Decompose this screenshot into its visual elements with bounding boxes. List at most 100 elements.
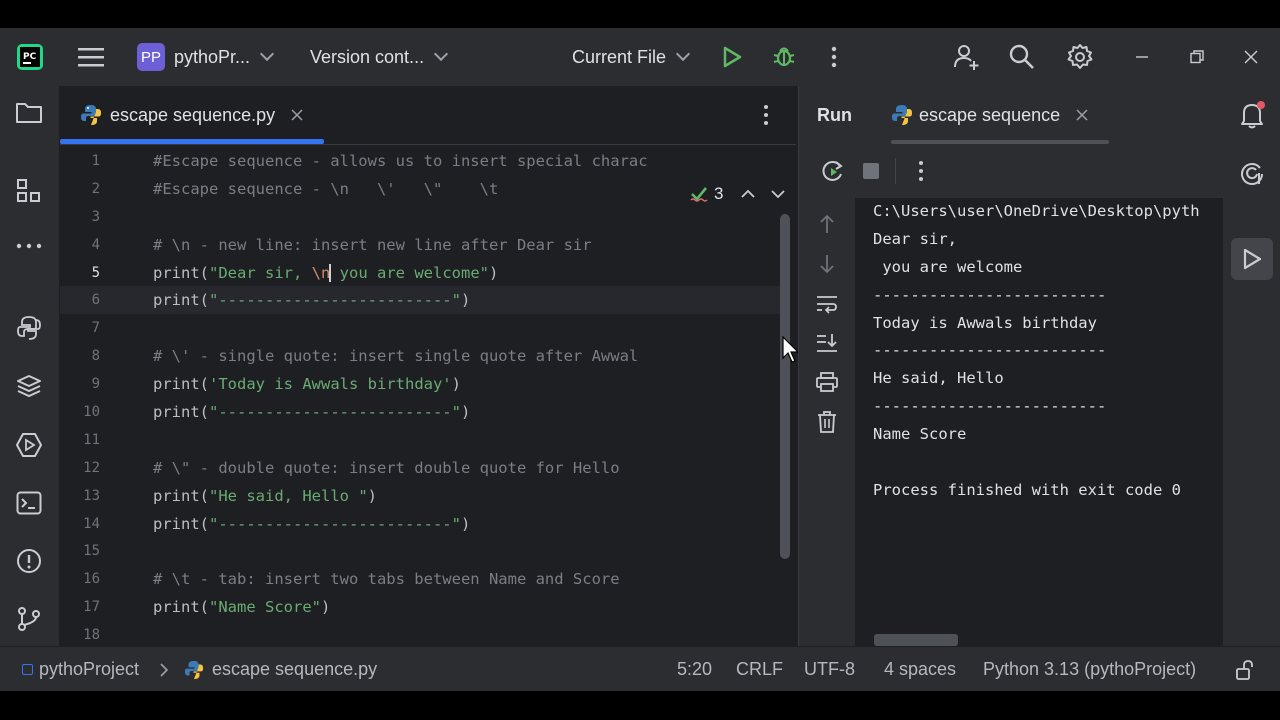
editor-tab[interactable]: escape sequence.py: [60, 86, 324, 144]
vcs-label: Version cont...: [310, 46, 425, 67]
breadcrumb-file[interactable]: escape sequence.py: [184, 647, 377, 691]
code-line[interactable]: # \t - tab: insert two tabs between Name…: [153, 566, 683, 594]
line-number: 13: [83, 487, 100, 504]
code-line[interactable]: [153, 204, 683, 232]
console-output[interactable]: C:\Users\user\OneDrive\Desktop\pyth Dear …: [873, 198, 1223, 505]
code-line[interactable]: print("-------------------------"): [153, 399, 683, 427]
svg-text:PC: PC: [23, 52, 37, 62]
interpreter-selector[interactable]: Python 3.13 (pythoProject): [983, 647, 1196, 691]
line-ending[interactable]: CRLF: [736, 647, 783, 691]
console-line: Dear sir,: [873, 229, 957, 248]
next-highlight-icon[interactable]: [771, 189, 786, 199]
line-number: 16: [83, 571, 100, 588]
code-line[interactable]: print("-------------------------"): [153, 287, 683, 315]
code-line[interactable]: [153, 427, 683, 455]
python-file-icon: [891, 104, 913, 126]
search-icon[interactable]: [1008, 28, 1036, 86]
line-number: 8: [91, 348, 100, 365]
line-number: 14: [83, 515, 100, 532]
chevron-down-icon: [675, 46, 691, 62]
indent-setting[interactable]: 4 spaces: [884, 647, 956, 691]
code-line[interactable]: # \' - single quote: insert single quote…: [153, 343, 683, 371]
run-tab[interactable]: escape sequence: [891, 86, 1109, 144]
close-icon[interactable]: [1231, 28, 1271, 86]
run-icon[interactable]: [722, 28, 742, 86]
tab-more-icon[interactable]: [760, 104, 772, 131]
trash-icon[interactable]: [817, 411, 837, 433]
console-line: Today is Awwals birthday: [873, 313, 1097, 332]
line-number: 1: [91, 153, 100, 169]
console-line: you are welcome: [873, 257, 1023, 276]
vcs-selector[interactable]: Version cont...: [310, 28, 449, 86]
lock-icon[interactable]: [1235, 647, 1255, 691]
ide-window: PC PP pythoPr... Version cont... Current…: [0, 28, 1280, 691]
scroll-to-end-icon[interactable]: [816, 333, 838, 353]
git-icon[interactable]: [14, 604, 44, 634]
problems-icon[interactable]: [14, 546, 44, 576]
scroll-up-icon[interactable]: [818, 214, 836, 234]
console-line: Process finished with exit code 0: [873, 480, 1181, 499]
title-bar: PC PP pythoPr... Version cont... Current…: [0, 28, 1280, 86]
inspections-widget[interactable]: 3: [690, 184, 786, 204]
restore-icon[interactable]: [1177, 28, 1217, 86]
console-horizontal-scrollbar[interactable]: [874, 634, 958, 646]
soft-wrap-icon[interactable]: [816, 294, 838, 314]
rerun-icon[interactable]: [821, 160, 845, 182]
notifications-icon[interactable]: [1239, 100, 1267, 130]
code-line[interactable]: print('Today is Awwals birthday'): [153, 371, 683, 399]
caret-position[interactable]: 5:20: [677, 647, 712, 691]
print-icon[interactable]: [816, 372, 838, 392]
project-folder-icon[interactable]: [14, 98, 44, 128]
run-tool-icon[interactable]: [1231, 238, 1273, 280]
code-line[interactable]: print("He said, Hello "): [153, 483, 683, 511]
code-line[interactable]: [153, 315, 683, 343]
line-number: 11: [83, 431, 100, 448]
minimize-icon[interactable]: [1122, 28, 1162, 86]
previous-highlight-icon[interactable]: [741, 189, 756, 199]
run-more-icon[interactable]: [917, 160, 925, 182]
terminal-icon[interactable]: [14, 488, 44, 518]
editor-pane: escape sequence.py 1 2 3 4 5 6 7 8 9 10 …: [60, 86, 800, 646]
add-user-icon[interactable]: [952, 28, 980, 86]
editor-tab-label: escape sequence.py: [110, 104, 276, 125]
main-menu-icon[interactable]: [78, 28, 104, 86]
services-icon[interactable]: [14, 430, 44, 460]
debug-icon[interactable]: [772, 28, 796, 86]
app-logo-icon[interactable]: PC: [16, 28, 44, 86]
settings-icon[interactable]: [1066, 28, 1094, 86]
code-line[interactable]: # \" - double quote: insert double quote…: [153, 455, 683, 483]
run-tab-label: escape sequence: [919, 104, 1061, 125]
run-tool-window: Run escape sequence C:\Users\user\OneDri…: [798, 86, 1223, 646]
python-console-icon[interactable]: [14, 313, 44, 343]
line-number: 15: [83, 543, 100, 560]
code-line[interactable]: print("Name Score"): [153, 594, 683, 622]
line-number-current: 5: [91, 264, 100, 281]
close-tab-icon[interactable]: [291, 109, 303, 121]
toolbar-separator: [895, 158, 896, 184]
console-line: -------------------------: [873, 341, 1107, 360]
ai-assistant-icon[interactable]: [1239, 160, 1265, 186]
run-toolbar: [799, 144, 1223, 198]
line-number: 7: [91, 320, 100, 337]
breadcrumb-separator-icon: [160, 647, 168, 691]
code-line[interactable]: print("Dear sir, \n you are welcome"): [153, 260, 683, 288]
file-encoding[interactable]: UTF-8: [804, 647, 855, 691]
breadcrumb-project[interactable]: pythoProject: [22, 647, 139, 691]
python-file-icon: [184, 660, 204, 680]
code-line[interactable]: [153, 538, 683, 566]
code-area[interactable]: #Escape sequence - allows us to insert s…: [153, 148, 683, 650]
scroll-down-icon[interactable]: [818, 254, 836, 274]
code-line[interactable]: # \n - new line: insert new line after D…: [153, 232, 683, 260]
close-run-tab-icon[interactable]: [1076, 109, 1088, 121]
more-icon[interactable]: [826, 28, 842, 86]
code-line[interactable]: print("-------------------------"): [153, 511, 683, 539]
python-packages-icon[interactable]: [14, 371, 44, 401]
structure-icon[interactable]: [14, 176, 44, 206]
project-selector[interactable]: PP pythoPr...: [137, 28, 275, 86]
run-config-selector[interactable]: Current File: [572, 28, 691, 86]
editor-vertical-scrollbar[interactable]: [780, 214, 790, 559]
more-tools-icon[interactable]: [14, 231, 44, 261]
code-line[interactable]: #Escape sequence - allows us to insert s…: [153, 148, 683, 176]
code-line[interactable]: #Escape sequence - \n \' \" \t: [153, 176, 683, 204]
stop-icon[interactable]: [862, 162, 880, 180]
